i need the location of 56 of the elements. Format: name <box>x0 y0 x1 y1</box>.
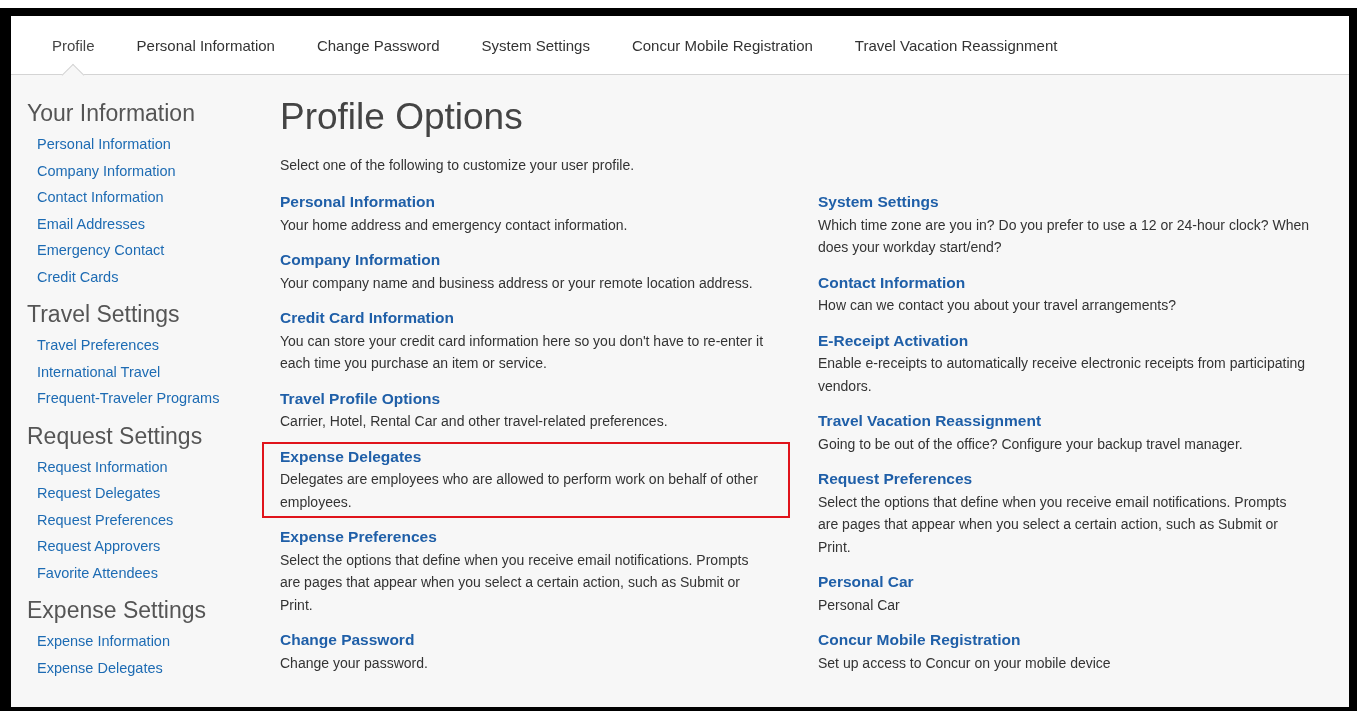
option-link[interactable]: Expense Preferences <box>280 526 772 549</box>
option-description: Carrier, Hotel, Rental Car and other travel-related preferences. <box>280 412 669 431</box>
option-link[interactable]: Change Password <box>280 629 772 652</box>
option-description: Which time zone are you in? Do you prefer to use a 12 or 24-hour clock? When does your workday start/end? <box>818 215 1310 257</box>
option-link[interactable]: Travel Profile Options <box>280 387 772 410</box>
option-link[interactable]: E-Receipt Activation <box>818 329 1310 352</box>
tab[interactable]: System Settings <box>460 16 611 74</box>
tab[interactable]: Profile <box>31 16 116 74</box>
sidebar-link[interactable]: Request Preferences <box>27 506 280 533</box>
option-link[interactable]: Company Information <box>280 249 772 272</box>
option-description: Personal Car <box>818 595 901 615</box>
tab[interactable]: Concur Mobile Registration <box>610 16 834 74</box>
option-description: You can store your credit card information here so you don't have to re-enter it each time you purchase an item or service. <box>280 331 765 373</box>
sidebar-link[interactable]: Expense Delegates <box>27 654 280 681</box>
sidebar-link[interactable]: Credit Cards <box>27 263 280 290</box>
tab[interactable]: Change Password <box>295 16 461 74</box>
sidebar-link[interactable]: Request Information <box>27 453 280 480</box>
option-description: Enable e-receipts to automatically receive electronic receipts from participating vendors. <box>818 354 1307 396</box>
tab[interactable]: Travel Vacation Reassignment <box>833 16 1079 74</box>
option-link[interactable]: Credit Card Information <box>280 307 772 330</box>
sidebar-link[interactable]: Email Addresses <box>27 210 280 237</box>
option-link[interactable]: Contact Information <box>818 271 1310 294</box>
sidebar-link[interactable]: Expense Information <box>27 628 280 655</box>
option-description: How can we contact you about your travel arrangements? <box>818 296 1177 315</box>
sidebar-heading: Request Settings <box>27 421 204 450</box>
option-description: Change your password. <box>280 653 429 673</box>
sidebar-heading: Your Information <box>27 99 196 127</box>
option-description: Your home address and emergency contact information. <box>280 215 629 235</box>
sidebar-link[interactable]: Favorite Attendees <box>27 559 280 586</box>
sidebar-heading: Expense Settings <box>27 596 207 624</box>
sidebar-link[interactable]: Personal Information <box>27 131 280 158</box>
option-link[interactable]: Expense Delegates <box>280 445 772 468</box>
sidebar-link[interactable]: Travel Preferences <box>27 332 280 359</box>
option-description: Delegates are employees who are allowed to perform work on behalf of other employees. <box>280 470 759 512</box>
option-description: Select the options that define when you receive email notifications. Prompts are pages that appear when you select a certain action, such as Submit or Print. <box>818 492 1288 557</box>
sidebar-link[interactable]: Request Delegates <box>27 480 280 507</box>
sidebar-link[interactable]: Emergency Contact <box>27 237 280 264</box>
sidebar-link[interactable]: Request Approvers <box>27 533 280 560</box>
option-link[interactable]: Request Preferences <box>818 468 1310 491</box>
sidebar-heading: Travel Settings <box>27 300 181 328</box>
option-link[interactable]: System Settings <box>818 191 1310 214</box>
option-description: Going to be out of the office? Configure your backup travel manager. <box>818 434 1244 454</box>
option-link[interactable]: Travel Vacation Reassignment <box>818 410 1310 433</box>
option-description: Set up access to Concur on your mobile device <box>818 653 1112 673</box>
sidebar-link[interactable]: Frequent-Traveler Programs <box>27 385 280 412</box>
sidebar-link[interactable]: Contact Information <box>27 184 280 211</box>
sidebar-link[interactable]: Company Information <box>27 157 280 184</box>
option-description: Your company name and business address or your remote location address. <box>280 273 754 293</box>
tab[interactable]: Personal Information <box>115 16 296 74</box>
option-link[interactable]: Personal Information <box>280 191 772 214</box>
option-description: Select the options that define when you receive email notifications. Prompts are pages that appear when you select a certain action, such as Submit or Print. <box>280 550 750 615</box>
sidebar-link[interactable]: International Travel <box>27 358 280 385</box>
option-link[interactable]: Concur Mobile Registration <box>818 629 1310 652</box>
intro-text: Select one of the following to customize your user profile. <box>280 156 636 175</box>
option-link[interactable]: Personal Car <box>818 571 1310 594</box>
page-title: Profile Options <box>280 95 524 139</box>
